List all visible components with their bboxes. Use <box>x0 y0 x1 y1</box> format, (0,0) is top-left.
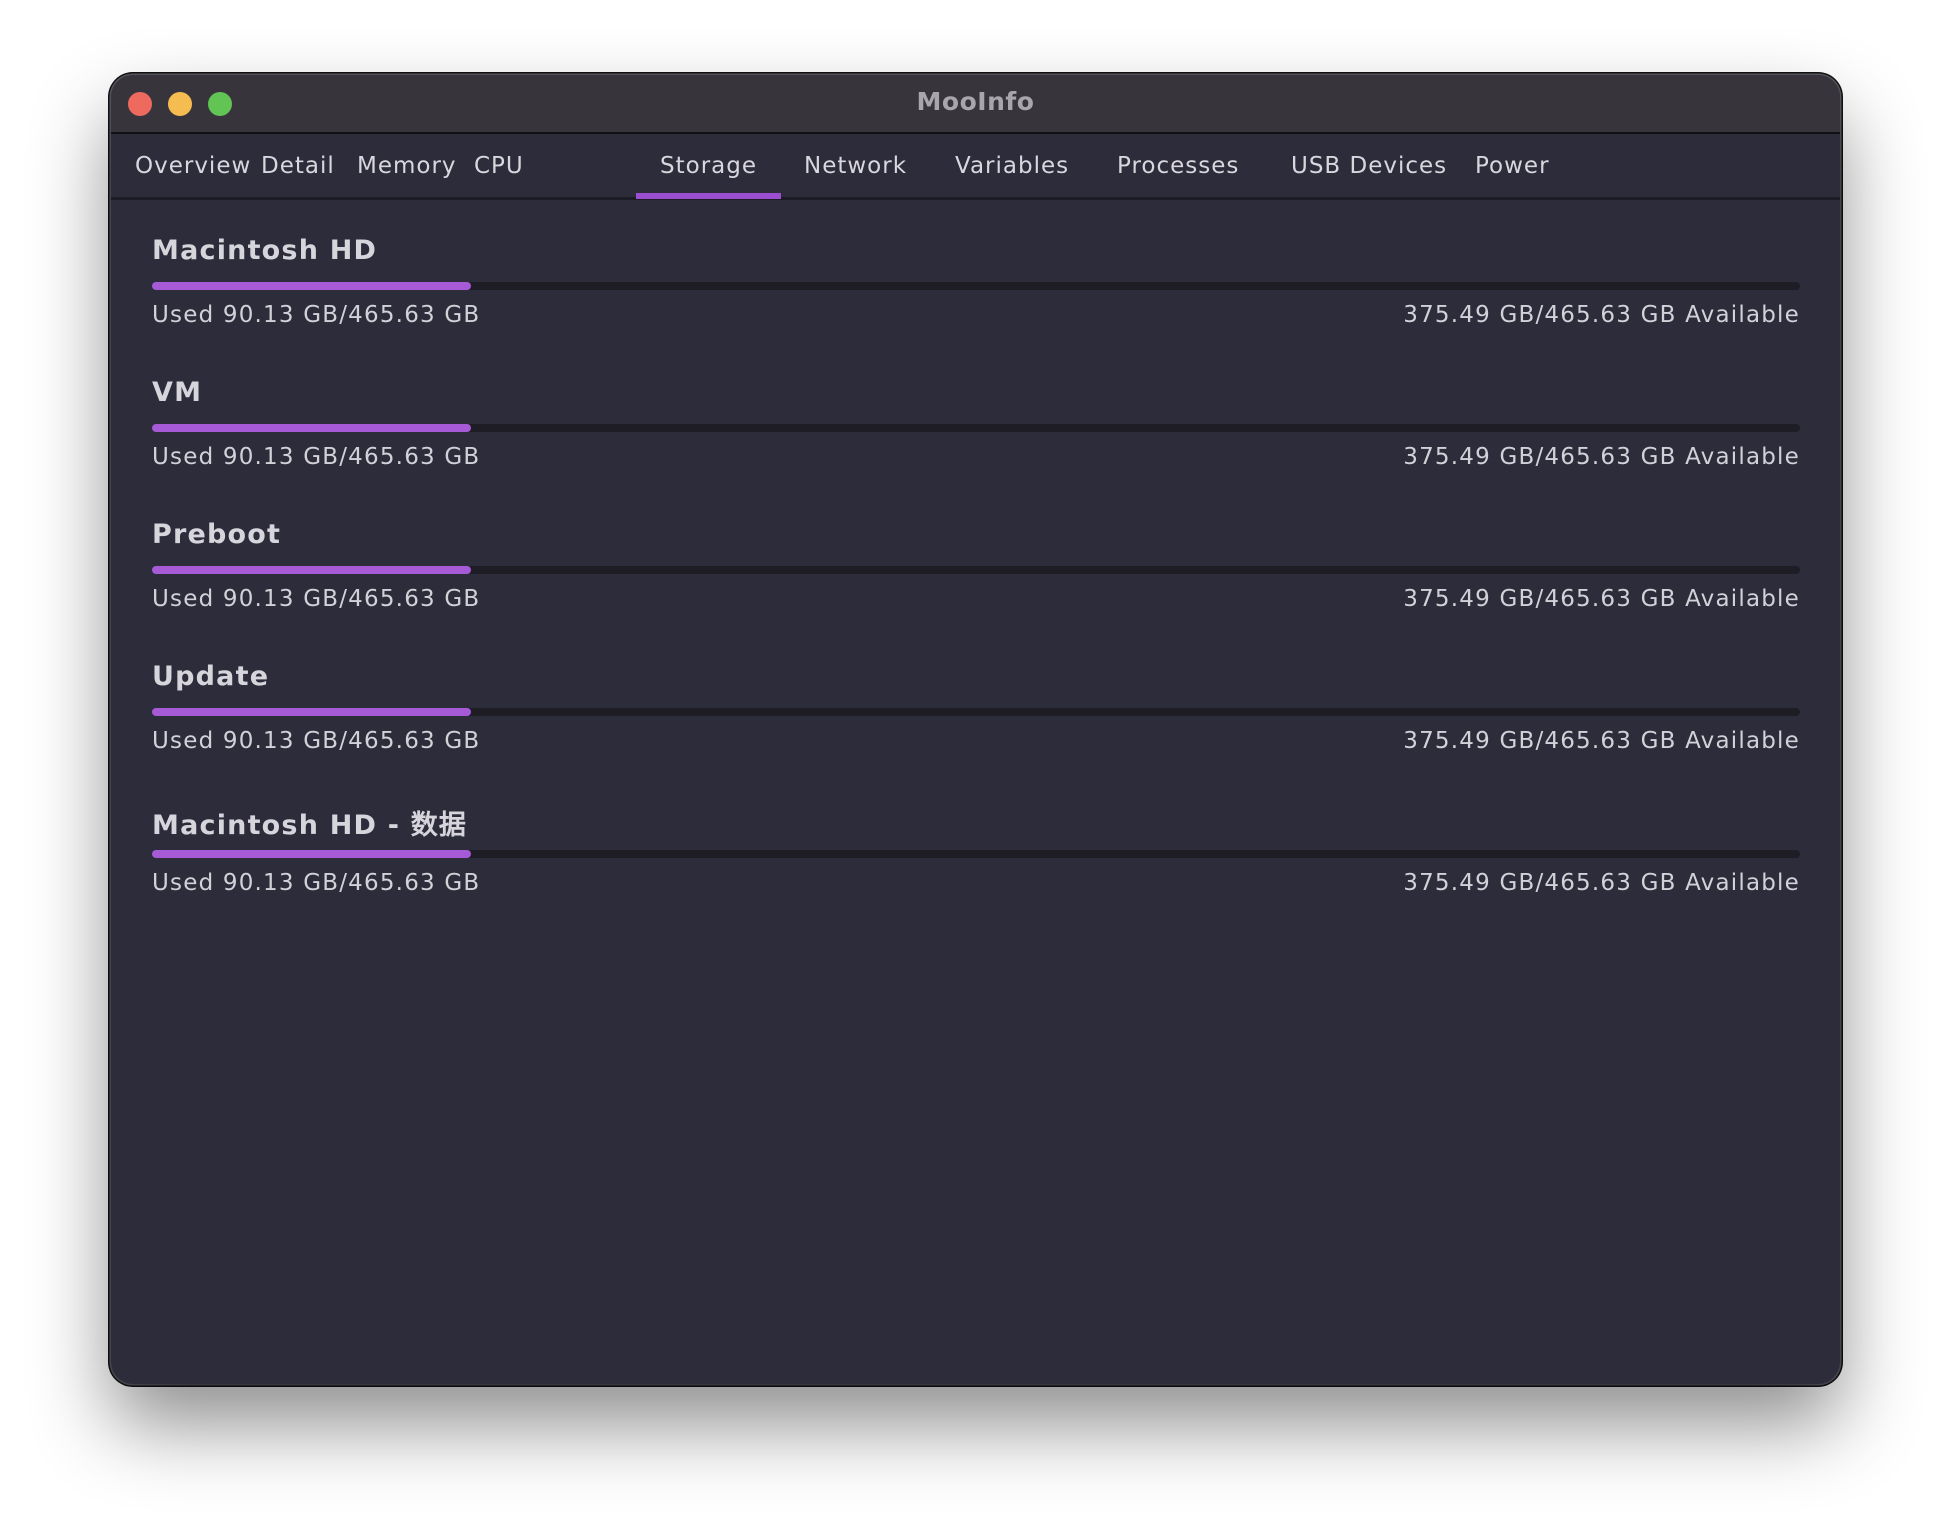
used-label: Used 90.13 GB/465.63 GB <box>152 444 481 470</box>
available-label: 375.49 GB/465.63 GB Available <box>1403 302 1800 328</box>
title-bar: MooInfo <box>111 75 1840 134</box>
volume-item: VM Used 90.13 GB/465.63 GB 375.49 GB/465… <box>152 377 1800 519</box>
volume-item: Macintosh HD Used 90.13 GB/465.63 GB 375… <box>152 235 1800 377</box>
available-label: 375.49 GB/465.63 GB Available <box>1403 728 1800 754</box>
tab-variables[interactable]: Variables <box>931 146 1093 197</box>
usage-bar <box>152 424 1800 432</box>
usage-bar-fill <box>152 850 472 858</box>
volume-item: Update Used 90.13 GB/465.63 GB 375.49 GB… <box>152 661 1800 803</box>
tab-power[interactable]: Power <box>1451 146 1574 197</box>
used-label: Used 90.13 GB/465.63 GB <box>152 728 481 754</box>
volume-name: Macintosh HD - 数据 <box>152 810 468 841</box>
tab-bar: Overview Detail Memory CPU Storage Netwo… <box>111 134 1840 200</box>
volume-name: Preboot <box>152 519 282 550</box>
available-label: 375.49 GB/465.63 GB Available <box>1403 870 1800 896</box>
usage-bar-fill <box>152 424 472 432</box>
volume-name: Macintosh HD <box>152 235 378 266</box>
usage-bar <box>152 566 1800 574</box>
volume-name: VM <box>152 377 203 408</box>
used-label: Used 90.13 GB/465.63 GB <box>152 870 481 896</box>
usage-bar-fill <box>152 708 472 716</box>
volume-item: Preboot Used 90.13 GB/465.63 GB 375.49 G… <box>152 519 1800 661</box>
app-window: MooInfo Overview Detail Memory CPU Stora… <box>111 75 1840 1384</box>
used-label: Used 90.13 GB/465.63 GB <box>152 302 481 328</box>
usage-bar <box>152 708 1800 716</box>
volume-item: Macintosh HD - 数据 Used 90.13 GB/465.63 G… <box>152 803 1800 945</box>
usage-bar-fill <box>152 566 472 574</box>
used-label: Used 90.13 GB/465.63 GB <box>152 586 481 612</box>
tab-usb-devices[interactable]: USB Devices <box>1267 146 1471 197</box>
tab-cpu[interactable]: CPU <box>450 146 548 197</box>
volume-name: Update <box>152 661 270 692</box>
tab-network[interactable]: Network <box>780 146 931 197</box>
window-title: MooInfo <box>916 87 1035 116</box>
tab-storage[interactable]: Storage <box>636 146 781 199</box>
available-label: 375.49 GB/465.63 GB Available <box>1403 444 1800 470</box>
storage-list: Macintosh HD Used 90.13 GB/465.63 GB 375… <box>152 235 1800 945</box>
usage-bar-fill <box>152 282 472 290</box>
tab-processes[interactable]: Processes <box>1093 146 1263 197</box>
usage-bar <box>152 282 1800 290</box>
usage-bar <box>152 850 1800 858</box>
available-label: 375.49 GB/465.63 GB Available <box>1403 586 1800 612</box>
